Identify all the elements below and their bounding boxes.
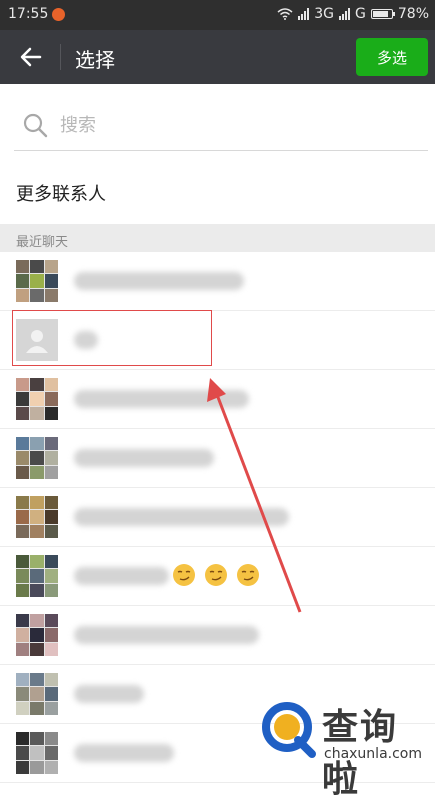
battery-icon xyxy=(370,9,395,19)
smirk-emoji-icon xyxy=(173,564,195,586)
blurred-contact-name xyxy=(74,685,144,703)
group-avatar xyxy=(16,260,58,302)
blurred-contact-name xyxy=(74,272,244,290)
search-input[interactable] xyxy=(60,112,360,138)
chat-list-item[interactable] xyxy=(0,429,435,488)
page-title: 选择 xyxy=(75,48,115,72)
group-avatar xyxy=(16,437,58,479)
chat-list-item[interactable] xyxy=(0,488,435,547)
search-underline xyxy=(14,150,428,151)
watermark-logo-icon xyxy=(262,702,316,758)
signal-icon-2 xyxy=(339,8,351,20)
smirk-emoji-icon xyxy=(205,564,227,586)
section-header: 最近聊天 xyxy=(0,224,435,252)
watermark-text-en: chaxunla.com xyxy=(324,746,422,762)
status-time: 17:55 xyxy=(8,6,49,22)
blurred-contact-name xyxy=(74,449,214,467)
section-header-label: 最近聊天 xyxy=(16,235,69,250)
status-indicators: 3G G 78% xyxy=(277,6,429,22)
network-type-2: G xyxy=(355,6,366,22)
smirk-emoji-icon xyxy=(237,564,259,586)
watermark: 查询啦 chaxunla.com xyxy=(256,694,432,800)
group-avatar xyxy=(16,378,58,420)
group-avatar xyxy=(16,673,58,715)
chat-list-item[interactable] xyxy=(0,547,435,606)
blurred-contact-name xyxy=(74,567,169,585)
blurred-contact-name xyxy=(74,626,259,644)
signal-icon xyxy=(298,8,310,20)
blurred-contact-name xyxy=(74,744,174,762)
more-contacts-label: 更多联系人 xyxy=(16,184,106,205)
blurred-contact-name xyxy=(74,508,289,526)
group-avatar xyxy=(16,496,58,538)
chat-list-item[interactable] xyxy=(0,252,435,311)
notification-icon xyxy=(52,8,65,21)
search-bar xyxy=(0,84,435,154)
search-icon xyxy=(23,113,48,138)
chat-list-item[interactable] xyxy=(0,370,435,429)
blurred-contact-name xyxy=(74,390,249,408)
highlight-box xyxy=(12,310,212,366)
battery-level: 78% xyxy=(397,6,429,22)
back-arrow-icon[interactable] xyxy=(18,44,44,70)
chat-list-item[interactable] xyxy=(0,606,435,665)
status-bar: 17:55 3G G 78% xyxy=(0,0,435,30)
wifi-icon xyxy=(277,8,293,20)
group-avatar xyxy=(16,732,58,774)
title-bar: 选择 多选 xyxy=(0,30,435,84)
title-divider xyxy=(60,44,61,70)
group-avatar xyxy=(16,555,58,597)
emoji-row xyxy=(172,563,260,587)
more-contacts-item[interactable]: 更多联系人 xyxy=(0,160,435,224)
network-type: 3G xyxy=(314,6,335,22)
multi-select-button[interactable]: 多选 xyxy=(356,38,428,76)
group-avatar xyxy=(16,614,58,656)
